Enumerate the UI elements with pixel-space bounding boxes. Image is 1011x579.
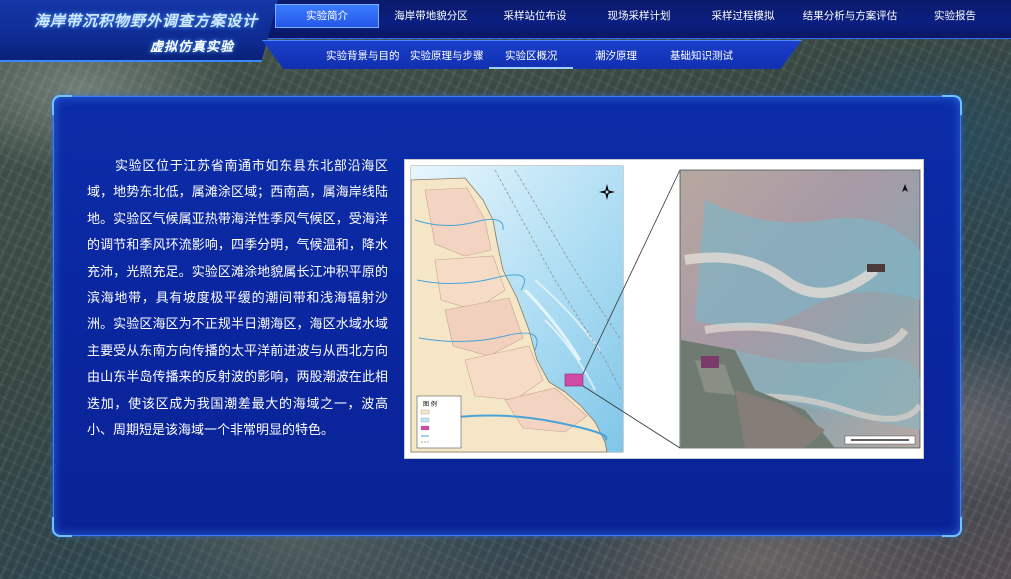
sub-tab-area-overview[interactable]: 实验区概况 xyxy=(505,48,558,63)
app-title: 海岸带沉积物野外调查方案设计 xyxy=(34,12,259,30)
main-tab-result-analysis[interactable]: 结果分析与方案评估 xyxy=(795,5,905,27)
panel-corner xyxy=(942,95,962,115)
main-tab-intro[interactable]: 实验简介 xyxy=(275,4,379,28)
area-description: 实验区位于江苏省南通市如东县东北部沿海区域，地势东北低，属滩涂区域；西南高，属海… xyxy=(87,159,388,439)
app-subtitle: 虚拟仿真实验 xyxy=(150,40,235,55)
sub-tab-principle[interactable]: 实验原理与步骤 xyxy=(410,48,484,63)
main-tab-field-plan[interactable]: 现场采样计划 xyxy=(587,5,691,27)
main-tab-report[interactable]: 实验报告 xyxy=(905,5,1005,27)
panel-corner xyxy=(52,95,72,115)
study-area-map: 图 例 xyxy=(410,165,923,453)
legend-title: 图 例 xyxy=(423,400,437,408)
sub-tab-quiz[interactable]: 基础知识测试 xyxy=(670,48,733,63)
sub-tab-tide[interactable]: 潮汐原理 xyxy=(595,48,637,63)
app-logo-banner: 海岸带沉积物野外调查方案设计 虚拟仿真实验 xyxy=(0,0,278,62)
sub-nav: 实验背景与目的 实验原理与步骤 实验区概况 潮汐原理 基础知识测试 xyxy=(262,40,802,69)
content-panel: 实验区位于江苏省南通市如东县东北部沿海区域，地势东北低，属滩涂区域；西南高，属海… xyxy=(52,95,962,537)
study-area-map-figure: 图 例 xyxy=(404,159,924,459)
main-tab-landform-zoning[interactable]: 海岸带地貌分区 xyxy=(379,5,483,27)
main-tab-station-layout[interactable]: 采样站位布设 xyxy=(483,5,587,27)
active-subtab-indicator xyxy=(489,67,573,69)
panel-corner xyxy=(942,517,962,537)
satellite-detail-map xyxy=(679,169,923,449)
panel-corner xyxy=(52,517,72,537)
main-nav: 实验简介 海岸带地貌分区 采样站位布设 现场采样计划 采样过程模拟 结果分析与方… xyxy=(275,0,1011,32)
sub-tab-background[interactable]: 实验背景与目的 xyxy=(326,48,400,63)
regional-map: 图 例 xyxy=(410,165,624,453)
main-tab-sampling-sim[interactable]: 采样过程模拟 xyxy=(691,5,795,27)
